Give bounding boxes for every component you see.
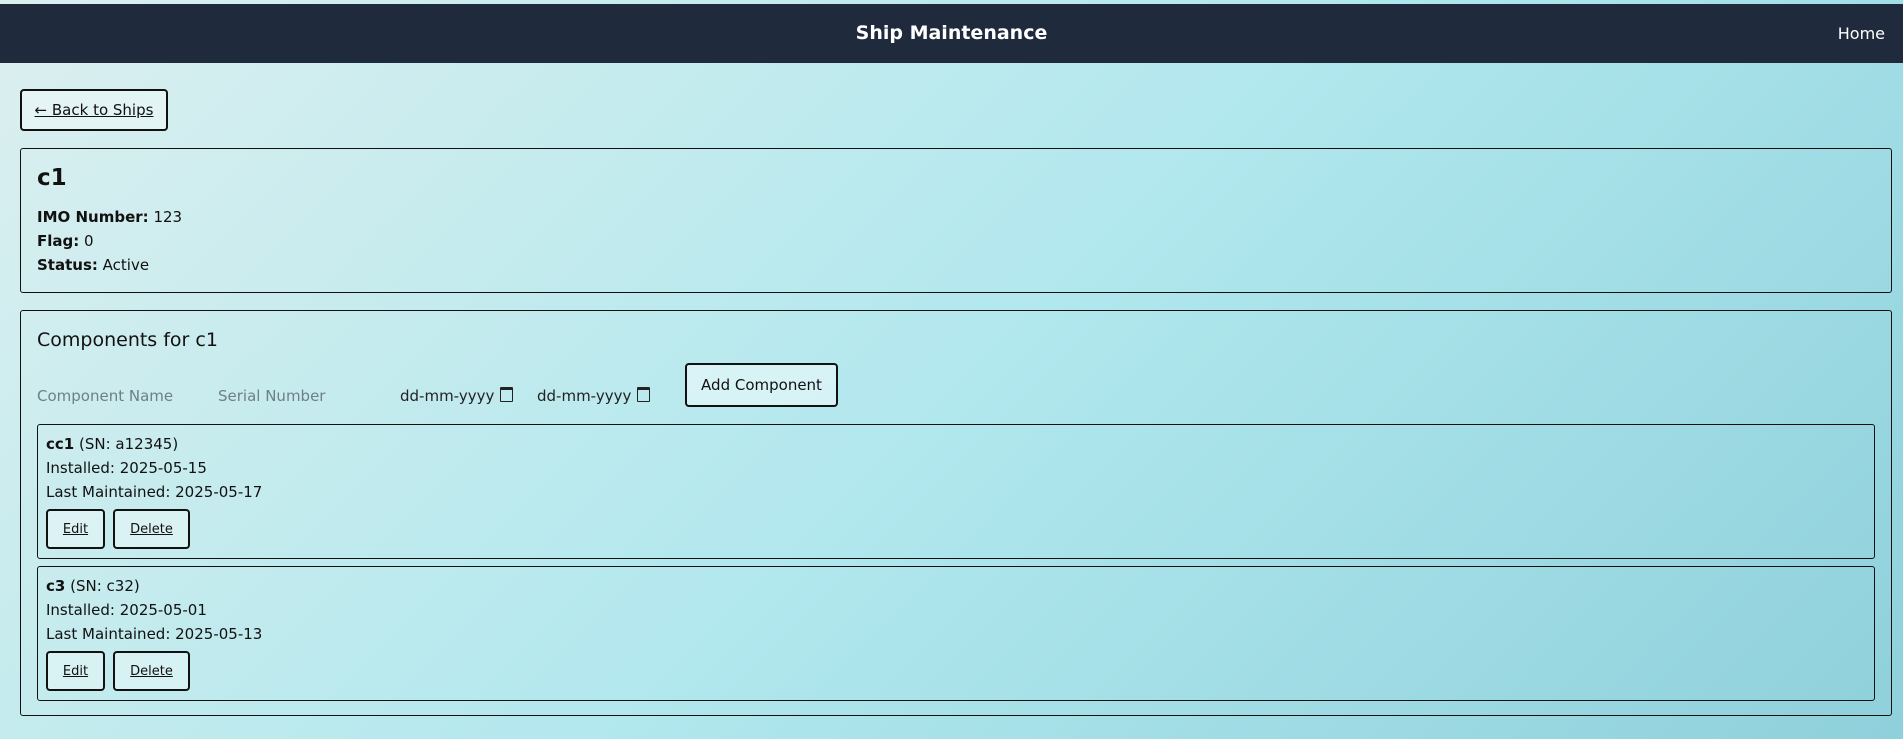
components-card: Components for c1 Component Name Serial … — [20, 310, 1892, 716]
component-title: c3 (SN: c32) — [46, 577, 140, 595]
components-heading: Components for c1 — [37, 329, 218, 351]
imo-row: IMO Number: 123 — [37, 208, 182, 226]
component-name: c3 — [46, 577, 66, 595]
component-item: cc1 (SN: a12345) Installed: 2025-05-15 L… — [37, 424, 1875, 559]
top-navbar: Ship Maintenance Home — [0, 4, 1903, 63]
calendar-icon[interactable] — [637, 387, 651, 402]
home-link[interactable]: Home — [1838, 4, 1885, 63]
component-name-input[interactable]: Component Name — [37, 375, 207, 417]
app-title: Ship Maintenance — [855, 22, 1048, 44]
component-item: c3 (SN: c32) Installed: 2025-05-01 Last … — [37, 566, 1875, 701]
maintenance-date-input[interactable]: dd-mm-yyyy — [537, 375, 675, 417]
component-installed: Installed: 2025-05-01 — [46, 601, 207, 619]
edit-button[interactable]: Edit — [46, 651, 105, 691]
flag-value: 0 — [84, 232, 94, 250]
delete-button[interactable]: Delete — [113, 509, 190, 549]
edit-button[interactable]: Edit — [46, 509, 105, 549]
component-title: cc1 (SN: a12345) — [46, 435, 178, 453]
delete-button[interactable]: Delete — [113, 651, 190, 691]
add-component-button[interactable]: Add Component — [685, 363, 838, 407]
status-label: Status: — [37, 256, 98, 274]
component-serial: (SN: c32) — [65, 577, 140, 595]
back-to-ships-button[interactable]: ← Back to Ships — [20, 89, 168, 131]
flag-row: Flag: 0 — [37, 232, 94, 250]
component-serial: (SN: a12345) — [74, 435, 179, 453]
component-last-maintained: Last Maintained: 2025-05-13 — [46, 625, 263, 643]
ship-name: c1 — [37, 165, 67, 191]
imo-value: 123 — [153, 208, 183, 226]
calendar-icon[interactable] — [500, 387, 514, 402]
status-value: Active — [102, 256, 150, 274]
component-last-maintained: Last Maintained: 2025-05-17 — [46, 483, 263, 501]
maintenance-date-text: dd-mm-yyyy — [537, 387, 632, 405]
install-date-text: dd-mm-yyyy — [400, 387, 495, 405]
imo-label: IMO Number: — [37, 208, 149, 226]
ship-details-card: c1 IMO Number: 123 Flag: 0 Status: Activ… — [20, 148, 1892, 293]
install-date-input[interactable]: dd-mm-yyyy — [400, 375, 538, 417]
component-installed: Installed: 2025-05-15 — [46, 459, 207, 477]
serial-number-input[interactable]: Serial Number — [218, 375, 388, 417]
status-row: Status: Active — [37, 256, 149, 274]
flag-label: Flag: — [37, 232, 80, 250]
component-name: cc1 — [46, 435, 75, 453]
